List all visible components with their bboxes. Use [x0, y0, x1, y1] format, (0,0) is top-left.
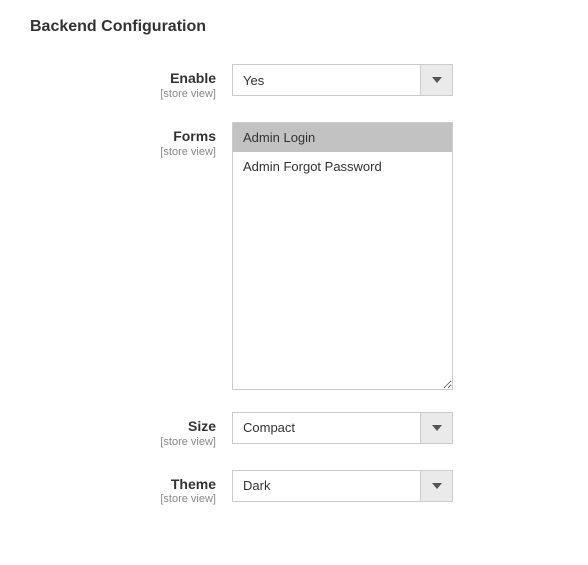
- chevron-down-icon: [420, 65, 452, 95]
- size-select[interactable]: Compact: [232, 412, 453, 444]
- field-scope: [store view]: [30, 88, 216, 100]
- field-forms: Forms [store view] Admin LoginAdmin Forg…: [30, 122, 558, 390]
- field-label: Forms: [30, 128, 216, 145]
- label-col: Theme [store view]: [30, 470, 232, 506]
- label-col: Size [store view]: [30, 412, 232, 448]
- chevron-down-icon: [420, 471, 452, 501]
- section-title: Backend Configuration: [30, 18, 558, 36]
- field-scope: [store view]: [30, 436, 216, 448]
- chevron-down-icon: [420, 413, 452, 443]
- field-label: Size: [30, 418, 216, 435]
- field-enable: Enable [store view] Yes: [30, 64, 558, 100]
- field-label: Theme: [30, 476, 216, 493]
- size-select-value: Compact: [233, 420, 420, 435]
- forms-multiselect[interactable]: Admin LoginAdmin Forgot Password: [232, 122, 453, 390]
- theme-select-value: Dark: [233, 478, 420, 493]
- field-size: Size [store view] Compact: [30, 412, 558, 448]
- label-col: Forms [store view]: [30, 122, 232, 158]
- label-col: Enable [store view]: [30, 64, 232, 100]
- field-scope: [store view]: [30, 146, 216, 158]
- theme-select[interactable]: Dark: [232, 470, 453, 502]
- forms-option[interactable]: Admin Forgot Password: [233, 152, 452, 181]
- forms-option[interactable]: Admin Login: [233, 123, 452, 152]
- field-theme: Theme [store view] Dark: [30, 470, 558, 506]
- enable-select[interactable]: Yes: [232, 64, 453, 96]
- field-scope: [store view]: [30, 493, 216, 505]
- enable-select-value: Yes: [233, 73, 420, 88]
- field-label: Enable: [30, 70, 216, 87]
